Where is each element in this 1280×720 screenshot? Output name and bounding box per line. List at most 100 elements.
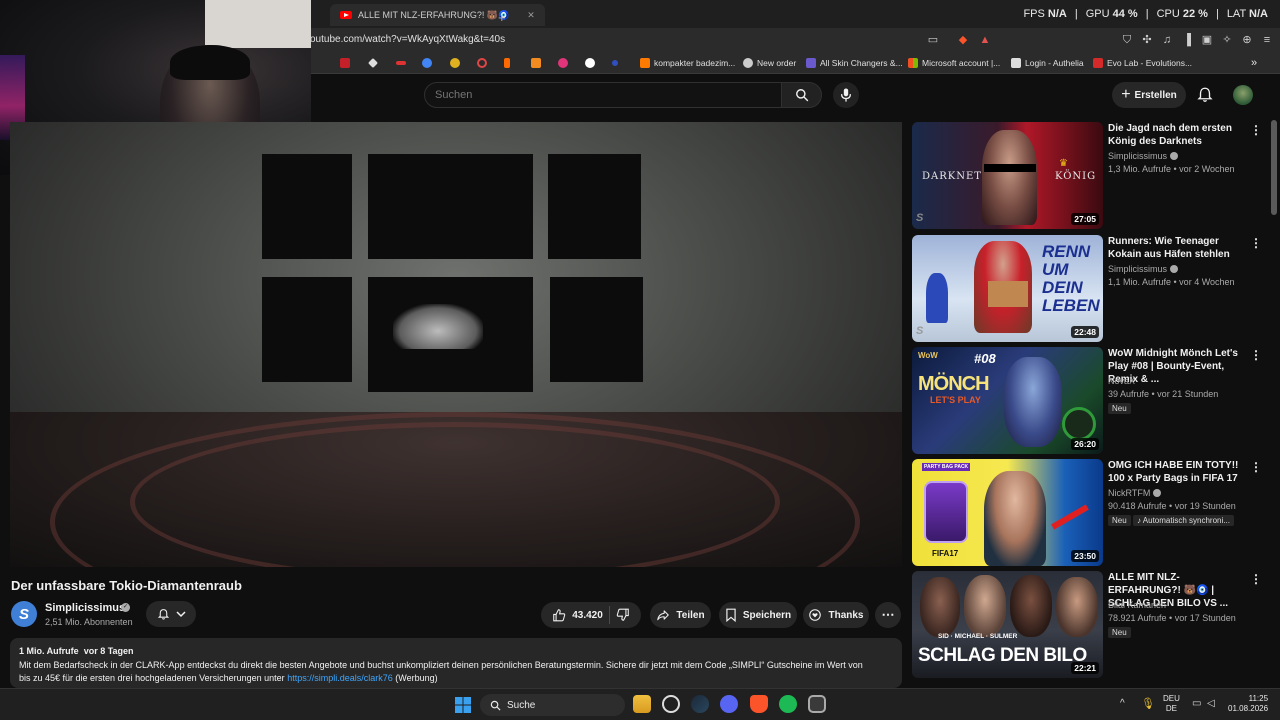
language-indicator[interactable]: DEU DE (1163, 694, 1180, 714)
bookmark-red-icon[interactable] (340, 56, 350, 70)
bookmarks-overflow-icon[interactable]: » (1251, 56, 1257, 70)
channel-name[interactable]: Simplicissimus (45, 602, 125, 614)
video-title[interactable]: Die Jagd nach dem ersten König des Darkn… (1108, 122, 1248, 148)
video-thumbnail[interactable]: PARTY BAG PACK FIFA17 23:50 (912, 459, 1103, 566)
bookmark-label: New order (757, 58, 797, 68)
bookmark-google-icon[interactable] (422, 56, 432, 70)
more-actions-icon[interactable]: ⋯ (875, 602, 901, 628)
bookmark-new-order[interactable]: New order (743, 56, 796, 70)
video-meta: 39 Aufrufe • vor 21 Stunden (1108, 389, 1219, 399)
rewards-icon[interactable]: ▲ (978, 33, 992, 47)
bookmark-microsoft[interactable]: Microsoft account |... (908, 56, 1000, 70)
video-title[interactable]: Runners: Wie Teenager Kokain aus Häfen s… (1108, 235, 1248, 261)
discord-icon[interactable] (720, 695, 738, 713)
channel-name: NickRTFM (1108, 488, 1151, 498)
like-button[interactable]: 43.420 (552, 608, 603, 622)
bookmark-slash-icon[interactable] (504, 56, 510, 70)
taskbar-search[interactable]: Suche (480, 694, 625, 716)
brave-shield-icon[interactable]: ◆ (956, 33, 970, 47)
bookmark-circle-icon[interactable] (477, 56, 487, 70)
channel-line[interactable]: NickRTFM (1108, 488, 1162, 498)
video-thumbnail[interactable]: SID · MICHAEL · SULMER SCHLAG DEN BILO 2… (912, 571, 1103, 678)
ai-icon[interactable]: ✧ (1220, 33, 1234, 47)
bookmark-skin-changers[interactable]: All Skin Changers &... (806, 56, 903, 70)
spotify-icon[interactable] (779, 695, 797, 713)
channel-avatar[interactable]: S (11, 601, 37, 627)
gpu-label: GPU (1085, 8, 1110, 20)
sidebar-icon[interactable]: ▐ (1180, 33, 1194, 47)
more-options-icon[interactable]: ⋮ (1250, 461, 1262, 475)
bookmark-yellow-icon[interactable] (450, 56, 460, 70)
channel-line[interactable]: Simplicissimus (1108, 151, 1179, 161)
bookmark-dash-icon[interactable] (396, 56, 406, 70)
save-button[interactable]: Speichern (719, 602, 797, 628)
wallet-icon[interactable]: ▣ (1200, 33, 1214, 47)
menu-icon[interactable]: ≡ (1260, 33, 1274, 47)
obs-icon[interactable] (662, 695, 680, 713)
bookmark-diamond-icon[interactable] (368, 56, 378, 70)
app-icon[interactable] (808, 695, 826, 713)
bookmark-kompakter[interactable]: kompakter badezim... (640, 56, 735, 70)
windows-start-icon[interactable] (455, 697, 471, 713)
subscription-bell-button[interactable] (146, 601, 196, 627)
description-box[interactable]: 1 Mio. Aufrufe vor 8 Tagen Mit dem Bedar… (10, 638, 902, 688)
voice-search-button[interactable] (833, 82, 859, 108)
shield-icon[interactable]: ⛉ (1120, 33, 1134, 47)
more-options-icon[interactable]: ⋮ (1250, 573, 1262, 587)
search-button[interactable] (781, 82, 822, 108)
thumbnail-runner (926, 273, 948, 323)
tab-close-icon[interactable]: ✕ (527, 10, 535, 21)
create-button[interactable]: + Erstellen (1112, 82, 1186, 108)
more-options-icon[interactable]: ⋮ (1250, 349, 1262, 363)
thumbnail-person (920, 577, 960, 637)
more-options-icon[interactable]: ⋮ (1250, 237, 1262, 251)
more-options-icon[interactable]: ⋮ (1250, 124, 1262, 138)
volume-icon[interactable]: ◁ (1207, 698, 1215, 709)
share-button[interactable]: Teilen (650, 602, 711, 628)
browser-tab-active[interactable]: ALLE MIT NLZ-ERFAHRUNG?! 🐻🧿 ✕ (330, 4, 545, 26)
sidebar-scrollbar[interactable] (1271, 120, 1277, 215)
bookmark-authelia[interactable]: Login - Authelia (1011, 56, 1084, 70)
url-field[interactable]: outube.com/watch?v=WkAyqXtWakg&t=40s (310, 34, 505, 45)
globe-icon (743, 58, 753, 68)
file-explorer-icon[interactable] (633, 695, 651, 713)
recommended-video[interactable]: PARTY BAG PACK FIFA17 23:50 OMG ICH HABE… (912, 459, 1272, 567)
account-avatar[interactable] (1233, 85, 1253, 105)
steam-icon[interactable] (691, 695, 709, 713)
bookmark-link-icon[interactable] (585, 56, 595, 70)
recommended-video[interactable]: WoW #08 MÖNCH LET'S PLAY 26:20 WoW Midni… (912, 347, 1272, 455)
bookmark-evo-lab[interactable]: Evo Lab - Evolutions... (1093, 56, 1192, 70)
sponsor-link[interactable]: https://simpli.deals/clark76 (287, 673, 393, 683)
recommended-video[interactable]: RENN UM DEIN LEBEN S 22:48 Runners: Wie … (912, 235, 1272, 343)
recommended-video[interactable]: DARKNET KÖNIG ♛ S 27:05 Die Jagd nach de… (912, 122, 1272, 230)
bookmark-orange-icon[interactable] (531, 56, 541, 70)
brave-browser-icon[interactable] (750, 695, 768, 713)
video-thumbnail[interactable]: DARKNET KÖNIG ♛ S 27:05 (912, 122, 1103, 229)
clock[interactable]: 11:25 01.08.2026 (1228, 694, 1268, 714)
video-thumbnail[interactable]: RENN UM DEIN LEBEN S 22:48 (912, 235, 1103, 342)
share-label: Teilen (676, 609, 705, 621)
vpn-icon[interactable]: ⊕ (1240, 33, 1254, 47)
music-icon[interactable]: ♫ (1160, 33, 1174, 47)
thanks-button[interactable]: Thanks (803, 602, 869, 628)
thumbs-down-icon[interactable] (616, 608, 630, 622)
video-thumbnail[interactable]: WoW #08 MÖNCH LET'S PLAY 26:20 (912, 347, 1103, 454)
bookmark-pink-icon[interactable] (558, 56, 568, 70)
channel-name[interactable]: NovaX (1108, 376, 1135, 386)
recommended-video[interactable]: SID · MICHAEL · SULMER SCHLAG DEN BILO 2… (912, 571, 1272, 679)
video-window (262, 277, 352, 382)
channel-name[interactable]: Bilal Kamarieh (1108, 600, 1166, 610)
video-player[interactable] (10, 122, 902, 567)
tray-overflow-icon[interactable]: ^ (1120, 698, 1125, 709)
new-tab-icon[interactable]: + (498, 6, 506, 28)
video-title[interactable]: OMG ICH HABE EIN TOTY!! 100 x Party Bags… (1108, 459, 1248, 485)
microphone-tray-icon[interactable]: 🎙 (1141, 697, 1155, 710)
network-icon[interactable]: ▭ (1192, 698, 1201, 709)
extensions-icon[interactable]: ✣ (1140, 33, 1154, 47)
bookmark-blue-icon[interactable] (612, 56, 618, 70)
cast-icon[interactable]: ▭ (926, 33, 940, 47)
channel-line[interactable]: Simplicissimus (1108, 264, 1179, 274)
search-input[interactable] (435, 89, 765, 101)
video-duration: 22:21 (1071, 662, 1099, 674)
notifications-bell-icon[interactable] (1196, 86, 1214, 104)
